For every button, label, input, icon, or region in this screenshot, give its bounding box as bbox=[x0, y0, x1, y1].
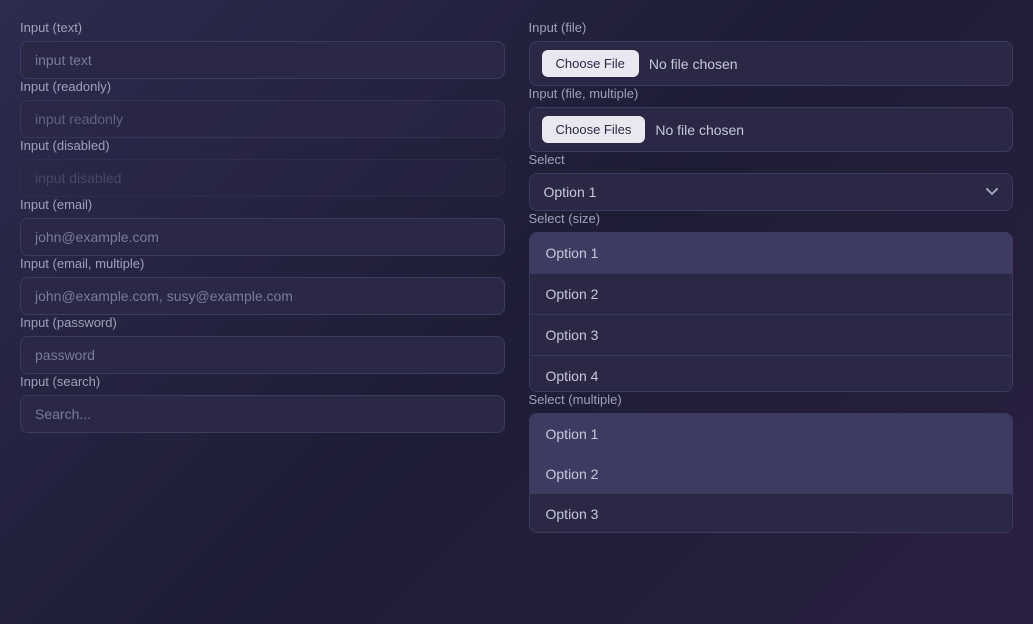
file-multiple-input-wrapper: Choose Files No file chosen bbox=[529, 107, 1014, 152]
form-grid: Input (text) Input (readonly) Input (dis… bbox=[20, 20, 1013, 533]
label-input-readonly: Input (readonly) bbox=[20, 79, 505, 94]
choose-files-button[interactable]: Choose Files bbox=[542, 116, 646, 143]
field-input-readonly: Input (readonly) bbox=[20, 79, 505, 138]
field-input-text: Input (text) bbox=[20, 20, 505, 79]
label-input-file-multiple: Input (file, multiple) bbox=[529, 86, 1014, 101]
no-files-text: No file chosen bbox=[655, 122, 744, 138]
field-input-search: Input (search) bbox=[20, 374, 505, 433]
input-disabled bbox=[20, 159, 505, 197]
field-select-single: Select Option 1 Option 2 Option 3 Option… bbox=[529, 152, 1014, 211]
label-input-email-multiple: Input (email, multiple) bbox=[20, 256, 505, 271]
left-column: Input (text) Input (readonly) Input (dis… bbox=[20, 20, 505, 533]
field-select-multiple: Select (multiple) Option 1 Option 2 Opti… bbox=[529, 392, 1014, 533]
field-input-email: Input (email) bbox=[20, 197, 505, 256]
field-input-password: Input (password) bbox=[20, 315, 505, 374]
label-input-file: Input (file) bbox=[529, 20, 1014, 35]
right-column: Input (file) Choose File No file chosen … bbox=[529, 20, 1014, 533]
label-input-disabled: Input (disabled) bbox=[20, 138, 505, 153]
field-input-file-multiple: Input (file, multiple) Choose Files No f… bbox=[529, 86, 1014, 152]
field-select-size: Select (size) Option 1 Option 2 Option 3… bbox=[529, 211, 1014, 392]
input-email[interactable] bbox=[20, 218, 505, 256]
input-readonly bbox=[20, 100, 505, 138]
input-search[interactable] bbox=[20, 395, 505, 433]
field-input-file: Input (file) Choose File No file chosen bbox=[529, 20, 1014, 86]
field-input-disabled: Input (disabled) bbox=[20, 138, 505, 197]
select-size[interactable]: Option 1 Option 2 Option 3 Option 4 bbox=[529, 232, 1014, 392]
input-text[interactable] bbox=[20, 41, 505, 79]
select-single[interactable]: Option 1 Option 2 Option 3 Option 4 bbox=[529, 173, 1014, 211]
input-email-multiple[interactable] bbox=[20, 277, 505, 315]
label-select-single: Select bbox=[529, 152, 1014, 167]
label-input-password: Input (password) bbox=[20, 315, 505, 330]
label-input-search: Input (search) bbox=[20, 374, 505, 389]
choose-file-button[interactable]: Choose File bbox=[542, 50, 639, 77]
file-input-wrapper: Choose File No file chosen bbox=[529, 41, 1014, 86]
label-input-text: Input (text) bbox=[20, 20, 505, 35]
label-select-multiple: Select (multiple) bbox=[529, 392, 1014, 407]
select-multiple[interactable]: Option 1 Option 2 Option 3 bbox=[529, 413, 1014, 533]
label-select-size: Select (size) bbox=[529, 211, 1014, 226]
field-input-email-multiple: Input (email, multiple) bbox=[20, 256, 505, 315]
label-input-email: Input (email) bbox=[20, 197, 505, 212]
no-file-text: No file chosen bbox=[649, 56, 738, 72]
input-password[interactable] bbox=[20, 336, 505, 374]
